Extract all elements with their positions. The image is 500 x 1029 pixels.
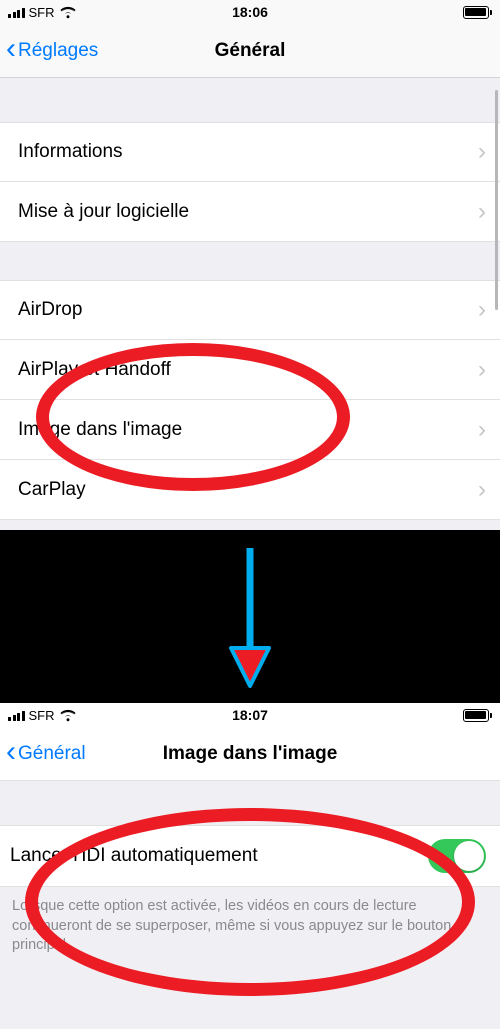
chevron-right-icon: › (478, 138, 486, 166)
pip-settings-screen: SFR 18:07 ‹ Général Image dans l'image L… (0, 703, 500, 1029)
row-label: Image dans l'image (18, 419, 478, 441)
wifi-icon (59, 6, 77, 19)
row-label: Mise à jour logicielle (18, 201, 478, 223)
row-label: CarPlay (18, 479, 478, 501)
row-label: Informations (18, 141, 478, 163)
section-footer-text: Lorsque cette option est activée, les vi… (0, 887, 500, 956)
back-label: Réglages (18, 40, 98, 62)
battery-icon (463, 709, 492, 722)
settings-row-software-update[interactable]: Mise à jour logicielle › (0, 182, 500, 242)
divider-gap (0, 530, 500, 703)
chevron-right-icon: › (478, 416, 486, 444)
toggle-switch[interactable] (428, 839, 486, 873)
chevron-right-icon: › (478, 356, 486, 384)
cellular-signal-icon (8, 709, 25, 721)
battery-icon (463, 6, 492, 19)
carrier-label: SFR (29, 708, 55, 723)
row-label: Lancer l'IDI automatiquement (10, 845, 428, 867)
chevron-right-icon: › (478, 296, 486, 324)
nav-bar: ‹ Général Image dans l'image (0, 727, 500, 781)
settings-row-informations[interactable]: Informations › (0, 122, 500, 182)
chevron-right-icon: › (478, 476, 486, 504)
row-label: AirPlay et Handoff (18, 359, 478, 381)
chevron-left-icon: ‹ (6, 34, 16, 64)
back-button[interactable]: ‹ Général (0, 740, 86, 767)
annotation-arrow-icon (225, 548, 275, 693)
back-label: Général (18, 743, 86, 765)
status-bar: SFR 18:07 (0, 703, 500, 727)
clock: 18:06 (169, 4, 330, 20)
settings-row-carplay[interactable]: CarPlay › (0, 460, 500, 520)
settings-row-airplay-handoff[interactable]: AirPlay et Handoff › (0, 340, 500, 400)
status-bar: SFR 18:06 (0, 0, 500, 24)
cellular-signal-icon (8, 6, 25, 18)
settings-row-pip[interactable]: Image dans l'image › (0, 400, 500, 460)
chevron-right-icon: › (478, 198, 486, 226)
carrier-label: SFR (29, 5, 55, 20)
nav-bar: ‹ Réglages Général (0, 24, 500, 78)
back-button[interactable]: ‹ Réglages (0, 37, 98, 64)
settings-row-airdrop[interactable]: AirDrop › (0, 280, 500, 340)
clock: 18:07 (169, 707, 330, 723)
row-label: AirDrop (18, 299, 478, 321)
settings-general-screen: SFR 18:06 ‹ Réglages Général Information… (0, 0, 500, 530)
scroll-indicator[interactable] (495, 90, 498, 310)
wifi-icon (59, 709, 77, 722)
chevron-left-icon: ‹ (6, 737, 16, 767)
settings-row-auto-pip[interactable]: Lancer l'IDI automatiquement (0, 825, 500, 887)
